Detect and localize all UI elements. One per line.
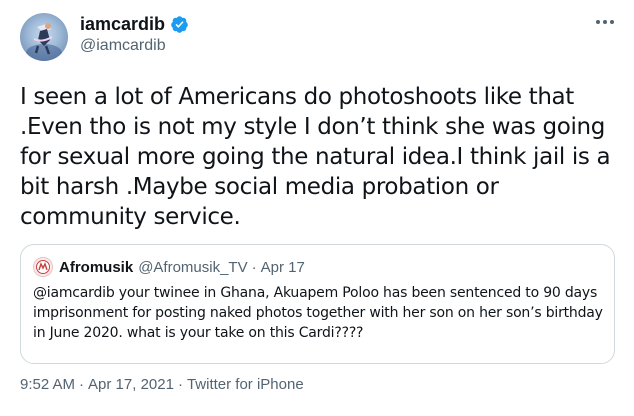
afromusik-logo-icon: [36, 260, 50, 274]
author-handle[interactable]: @iamcardib: [80, 37, 166, 55]
meta-separator: ·: [177, 376, 183, 393]
more-dot-icon: [610, 20, 614, 24]
tweet-time[interactable]: 9:52 AM: [20, 376, 75, 393]
quoted-display-name[interactable]: Afromusik: [59, 259, 133, 276]
more-dot-icon: [603, 20, 607, 24]
tweet-date[interactable]: Apr 17, 2021: [88, 376, 174, 393]
quoted-tweet[interactable]: Afromusik @Afromusik_TV · Apr 17 @iamcar…: [20, 244, 615, 364]
tweet-card: iamcardib @iamcardib I seen a lot of Ame…: [0, 0, 634, 416]
author-display-name[interactable]: iamcardib: [80, 14, 165, 35]
quoted-tweet-header: Afromusik @Afromusik_TV · Apr 17: [33, 257, 305, 277]
tweet-meta: 9:52 AM · Apr 17, 2021 · Twitter for iPhone: [20, 376, 304, 393]
tweet-source[interactable]: Twitter for iPhone: [187, 376, 304, 393]
quoted-tweet-text: @iamcardib your twinee in Ghana, Akuapem…: [33, 285, 603, 341]
author-avatar[interactable]: [20, 13, 68, 61]
more-dot-icon: [596, 20, 600, 24]
more-options-button[interactable]: [592, 12, 618, 32]
quoted-handle[interactable]: @Afromusik_TV: [138, 259, 247, 276]
profile-photo-icon: [26, 23, 62, 61]
author-name-row: iamcardib: [80, 14, 189, 35]
verified-badge-icon: [171, 16, 188, 33]
quoted-author-avatar[interactable]: [33, 257, 53, 277]
quoted-separator: ·: [251, 258, 257, 276]
tweet-text: I seen a lot of Americans do photoshoots…: [20, 84, 611, 230]
quoted-date[interactable]: Apr 17: [261, 259, 305, 276]
meta-separator: ·: [79, 376, 85, 393]
